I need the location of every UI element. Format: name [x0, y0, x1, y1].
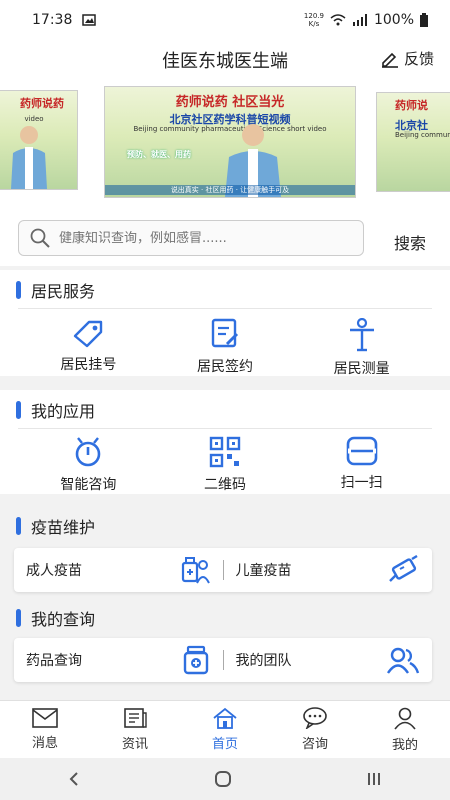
banner-title: 药师说药 社区当光	[175, 95, 285, 110]
feedback-label: 反馈	[403, 50, 434, 68]
tab-news[interactable]: 资讯	[100, 707, 170, 752]
home-icon	[213, 707, 237, 729]
vaccine-card: 成人疫苗 儿童疫苗	[14, 548, 432, 592]
tag-icon	[74, 320, 103, 348]
query-card: 药品查询 我的团队	[14, 638, 432, 682]
scan-button[interactable]: 扫一扫	[307, 436, 417, 492]
item-label: 居民测量	[333, 361, 390, 377]
recents-icon[interactable]	[365, 771, 383, 787]
feedback-button[interactable]: 反馈	[380, 48, 434, 69]
tab-home[interactable]: 首页	[190, 707, 260, 752]
news-icon	[124, 708, 147, 728]
search-area: 搜索	[0, 210, 450, 266]
item-label: 儿童疫苗	[235, 563, 292, 579]
banner-subtitle-bar: 说出真实 · 社区用药 · 让健康触手可及	[105, 185, 355, 195]
medicine-bottle-icon	[183, 645, 208, 675]
net-speed: 120.9 K/s	[303, 12, 324, 28]
banner-carousel[interactable]: 药师说药 video 药师说药 社区当光 北京社区药学科普短视频 Beijing…	[0, 80, 450, 210]
system-nav-bar	[0, 758, 450, 800]
item-label: 我的团队	[235, 653, 292, 669]
status-time: 17:38	[32, 12, 73, 28]
search-input[interactable]	[59, 230, 339, 246]
adult-vaccine-icon	[181, 557, 210, 584]
section-title: 我的应用	[31, 402, 96, 421]
smart-consult-button[interactable]: 智能咨询	[33, 436, 143, 494]
image-notification-icon	[82, 14, 97, 26]
scan-icon	[346, 436, 377, 466]
resident-sign-button[interactable]: 居民签约	[170, 318, 280, 376]
tab-label: 首页	[211, 737, 238, 752]
adult-vaccine-button[interactable]: 成人疫苗	[14, 548, 223, 592]
tab-label: 咨询	[301, 737, 328, 752]
search-box[interactable]	[18, 220, 364, 256]
divider	[18, 308, 432, 309]
banner-slide-current[interactable]: 药师说药 社区当光 北京社区药学科普短视频 Beijing community …	[104, 86, 356, 198]
banner-overlay-text: 预防、就医、用药	[127, 150, 191, 159]
section-marker	[16, 281, 21, 299]
battery-icon	[420, 13, 428, 27]
item-label: 居民挂号	[60, 357, 117, 373]
section-marker	[16, 401, 21, 419]
item-label: 二维码	[203, 477, 246, 493]
banner-slide-next[interactable]: 药师说 北京社 Beijing communit	[376, 92, 450, 192]
query-section-header: 我的查询	[0, 598, 450, 638]
tab-messages[interactable]: 消息	[10, 708, 80, 751]
item-label: 成人疫苗	[26, 563, 82, 579]
item-label: 扫一扫	[340, 475, 383, 491]
signal-icon	[352, 14, 367, 26]
child-vaccine-button[interactable]: 儿童疫苗	[224, 548, 433, 592]
item-label: 智能咨询	[60, 477, 117, 493]
body-measure-icon	[349, 318, 374, 352]
tab-consult[interactable]: 咨询	[280, 707, 350, 752]
tab-label: 资讯	[121, 737, 148, 752]
vaccine-section-header: 疫苗维护	[0, 506, 450, 546]
section-title: 疫苗维护	[31, 518, 96, 537]
app-header: 佳医东城医生端 反馈	[0, 40, 450, 80]
battery-percent: 100%	[373, 12, 414, 28]
wifi-icon	[330, 14, 346, 26]
robot-icon	[76, 437, 101, 467]
search-icon	[30, 228, 50, 248]
mail-icon	[32, 708, 58, 728]
section-title: 我的查询	[31, 610, 96, 629]
resident-register-button[interactable]: 居民挂号	[33, 318, 143, 374]
section-marker	[16, 609, 21, 627]
team-icon	[387, 647, 420, 674]
user-icon	[394, 707, 416, 730]
qrcode-icon	[209, 436, 241, 468]
drug-query-button[interactable]: 药品查询	[14, 638, 223, 682]
item-label: 药品查询	[26, 653, 82, 669]
divider	[18, 428, 432, 429]
syringe-icon	[389, 555, 418, 582]
presenter-figure	[11, 126, 47, 189]
section-marker	[16, 517, 21, 535]
banner-slide-prev[interactable]: 药师说药 video	[0, 90, 78, 190]
sign-document-icon	[211, 318, 239, 348]
chat-icon	[303, 707, 327, 729]
resident-services-section: 居民服务 居民挂号 居民签约 居民测量	[0, 270, 450, 378]
back-icon[interactable]	[67, 771, 81, 787]
my-apps-section: 我的应用 智能咨询 二维码 扫一扫	[0, 390, 450, 494]
tab-label: 消息	[31, 736, 58, 751]
page-title: 佳医东城医生端	[162, 51, 288, 72]
my-team-button[interactable]: 我的团队	[224, 638, 433, 682]
tab-label: 我的	[391, 738, 418, 753]
bottom-tab-bar: 消息 资讯 首页 咨询 我的	[0, 700, 450, 758]
item-label: 居民签约	[196, 359, 253, 375]
search-button[interactable]: 搜索	[394, 230, 426, 254]
pencil-icon	[381, 52, 398, 68]
section-title: 居民服务	[31, 282, 96, 301]
home-nav-icon[interactable]	[214, 770, 232, 788]
tab-profile[interactable]: 我的	[370, 706, 440, 753]
qrcode-button[interactable]: 二维码	[170, 436, 280, 494]
status-bar: 17:38 120.9 K/s 100%	[0, 0, 450, 40]
resident-measure-button[interactable]: 居民测量	[307, 318, 417, 378]
